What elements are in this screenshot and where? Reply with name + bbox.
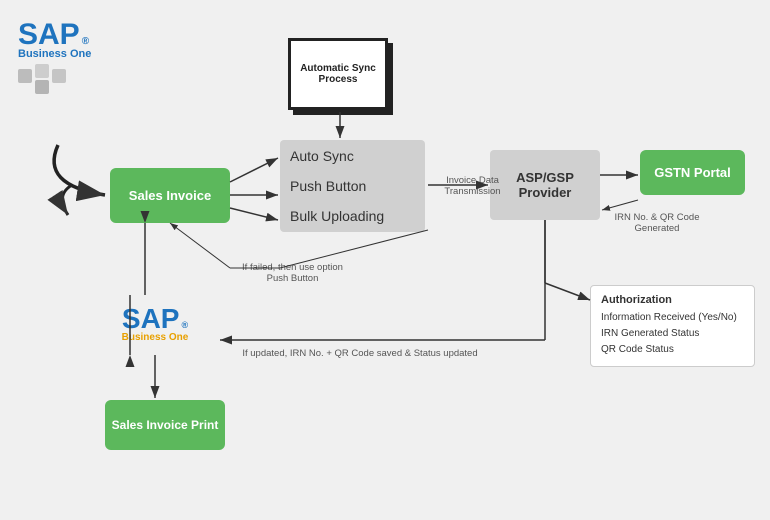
gstn-portal-label: GSTN Portal: [654, 165, 731, 180]
irn-qr-label: IRN No. & QR Code Generated: [602, 212, 712, 234]
registered-mark: ®: [82, 36, 89, 47]
sales-invoice-label: Sales Invoice: [129, 188, 211, 203]
automatic-sync-label: Automatic Sync Process: [291, 63, 385, 85]
sap-one-logo-bottom: SAP ® Business One: [90, 295, 220, 350]
if-failed-label: If failed, then use optionPush Button: [200, 262, 385, 284]
sap-one-text: SAP: [122, 303, 180, 335]
asp-gsp-label: ASP/GSPProvider: [516, 170, 574, 200]
authorization-title: Authorization: [601, 294, 744, 306]
sap-one-reg: ®: [181, 320, 188, 330]
push-button-option: Push Button: [290, 176, 415, 196]
sales-invoice-box: Sales Invoice: [110, 168, 230, 223]
sap-text: SAP: [18, 18, 80, 52]
sap-business-one-logo: SAP ® Business One: [18, 18, 158, 88]
sap-decorative-icon: [18, 64, 73, 94]
options-panel: Auto Sync Push Button Bulk Uploading: [280, 140, 425, 232]
authorization-box: Authorization Information Received (Yes/…: [590, 285, 755, 367]
automatic-sync-process-box: Automatic Sync Process: [288, 38, 388, 110]
diagram-container: SAP ® Business One Automatic Sync Proces…: [0, 0, 770, 520]
if-updated-label: If updated, IRN No. + QR Code saved & St…: [160, 348, 560, 359]
sap-icon-area: [18, 64, 73, 94]
gstn-portal-box: GSTN Portal: [640, 150, 745, 195]
business-one-bottom: Business One: [122, 332, 189, 343]
sales-invoice-print-label: Sales Invoice Print: [112, 418, 219, 432]
bulk-uploading-option: Bulk Uploading: [290, 206, 415, 226]
auth-item-3: QR Code Status: [601, 342, 744, 358]
invoice-data-label: Invoice Data Transmission: [430, 175, 515, 197]
auth-item-2: IRN Generated Status: [601, 326, 744, 342]
auto-sync-option: Auto Sync: [290, 146, 415, 166]
auth-item-1: Information Received (Yes/No): [601, 310, 744, 326]
sales-invoice-print-box: Sales Invoice Print: [105, 400, 225, 450]
business-one-text: Business One: [18, 48, 91, 60]
